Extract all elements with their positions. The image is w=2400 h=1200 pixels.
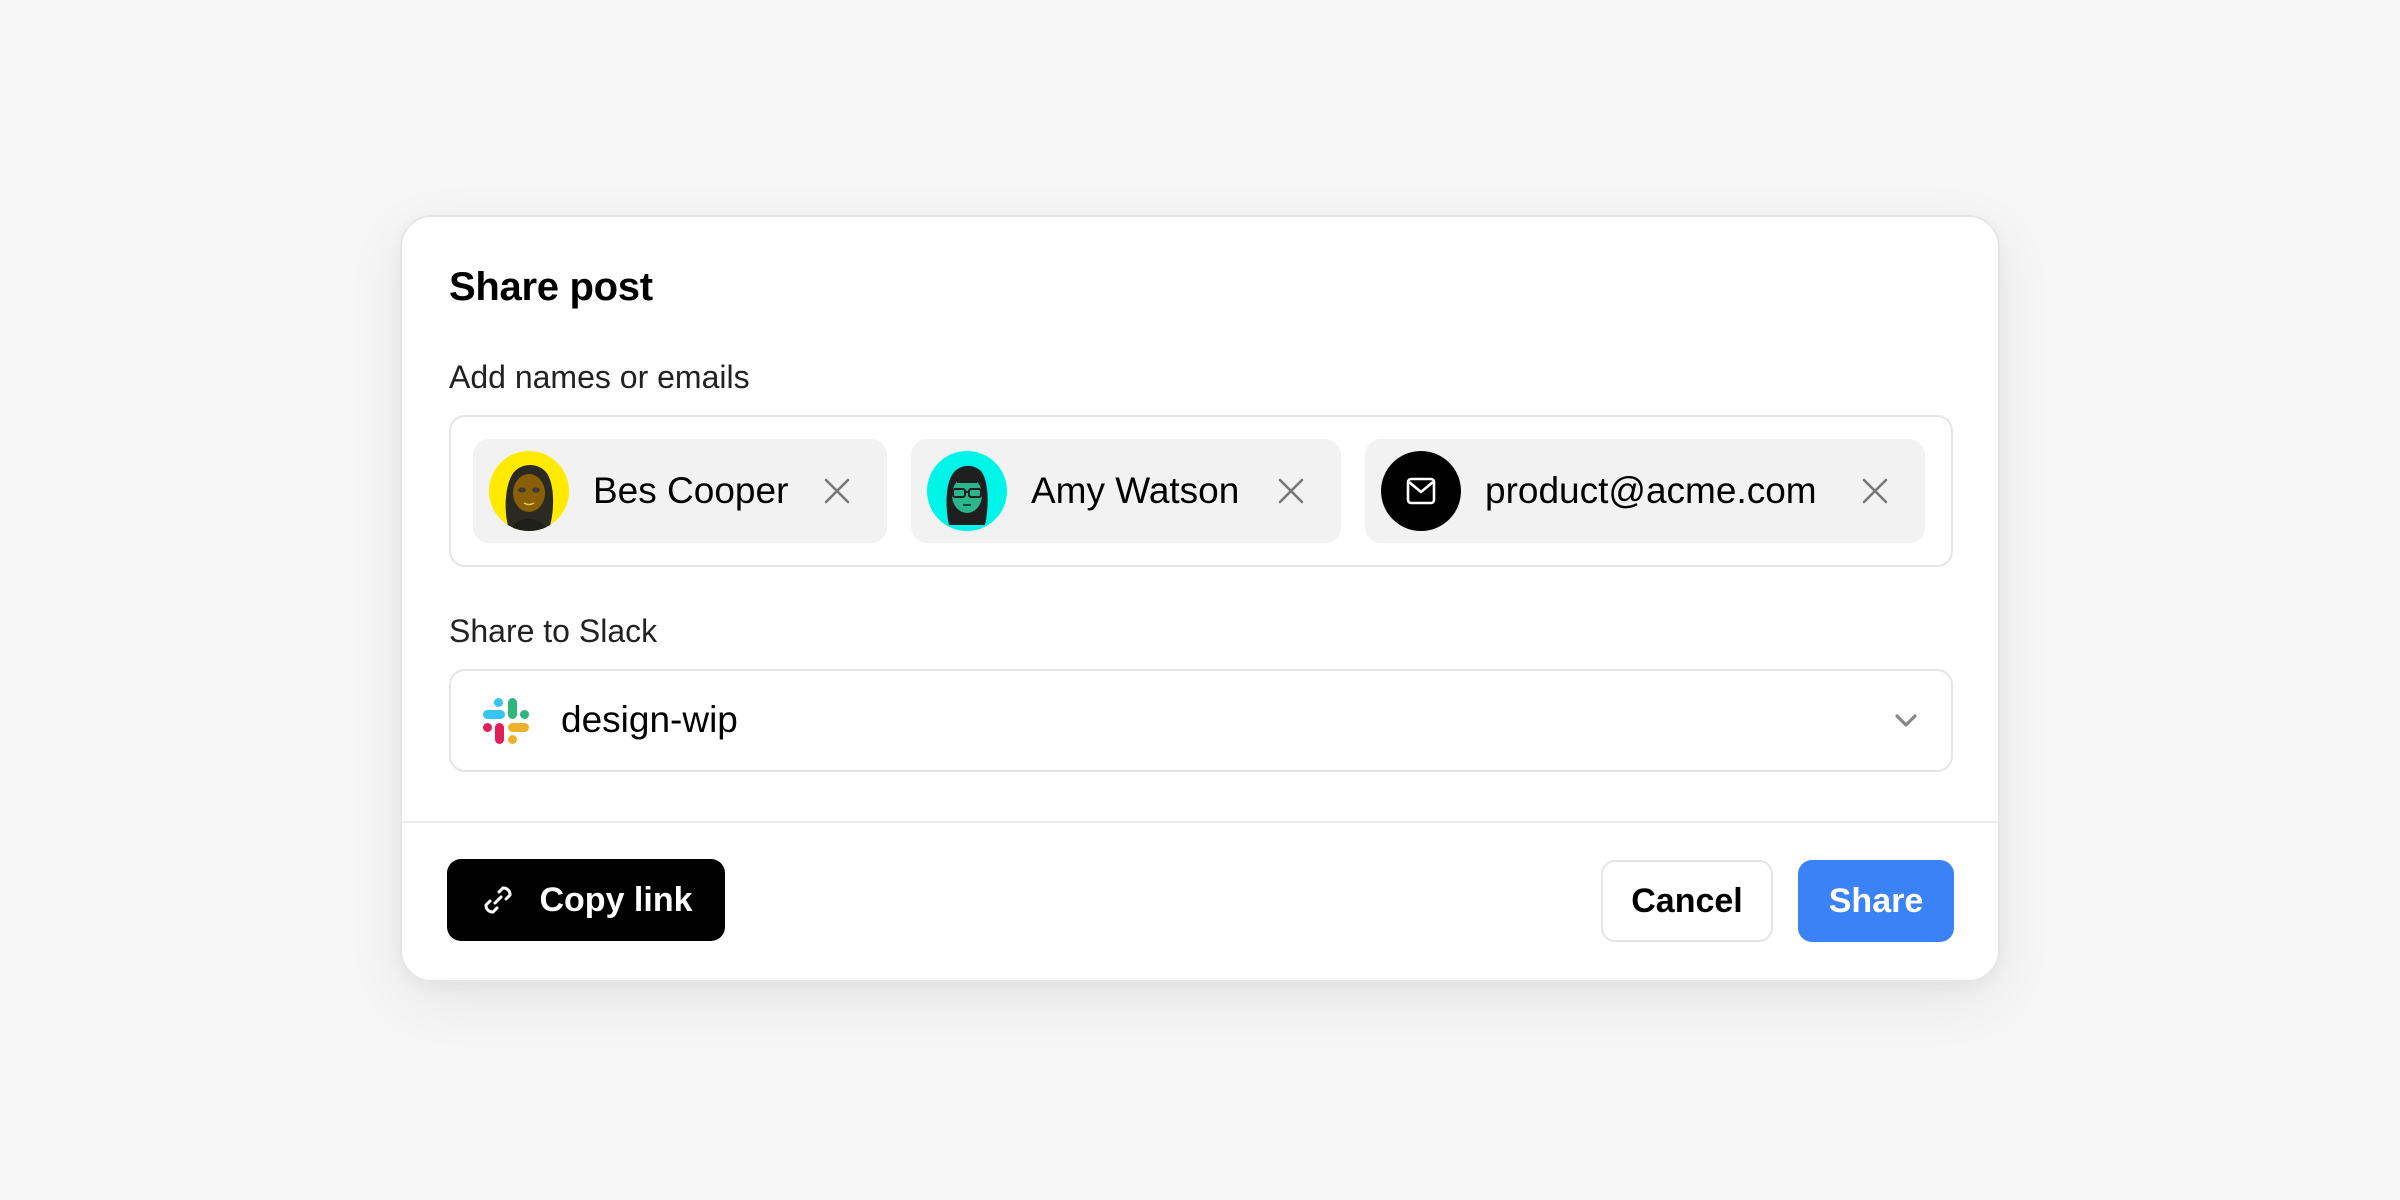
slack-channel-select[interactable]: design-wip bbox=[449, 669, 1953, 772]
avatar bbox=[927, 451, 1007, 531]
recipient-chip: Bes Cooper bbox=[473, 439, 887, 543]
close-icon[interactable] bbox=[1861, 477, 1889, 505]
dialog-title: Share post bbox=[449, 265, 653, 309]
cancel-button[interactable]: Cancel bbox=[1601, 860, 1773, 942]
copy-link-label: Copy link bbox=[539, 880, 693, 919]
link-icon bbox=[484, 886, 512, 914]
recipient-name: Amy Watson bbox=[1031, 470, 1240, 511]
recipient-name: product@acme.com bbox=[1485, 470, 1817, 511]
close-icon[interactable] bbox=[1277, 477, 1305, 505]
recipient-name: Bes Cooper bbox=[593, 470, 789, 511]
slack-field-label: Share to Slack bbox=[449, 613, 658, 649]
footer-divider bbox=[402, 821, 1998, 823]
recipient-chip: Amy Watson bbox=[911, 439, 1341, 543]
recipient-chip: product@acme.com bbox=[1365, 439, 1925, 543]
share-button[interactable]: Share bbox=[1798, 860, 1954, 942]
avatar bbox=[1381, 451, 1461, 531]
mail-icon bbox=[1406, 477, 1436, 505]
names-field-label: Add names or emails bbox=[449, 359, 750, 395]
slack-logo-icon bbox=[483, 698, 529, 744]
slack-channel-value: design-wip bbox=[561, 699, 738, 740]
copy-link-button[interactable]: Copy link bbox=[447, 859, 725, 941]
share-post-dialog: Share post Add names or emails Bes Coope… bbox=[400, 215, 2000, 982]
avatar bbox=[489, 451, 569, 531]
chevron-down-icon bbox=[1895, 714, 1917, 727]
close-icon[interactable] bbox=[823, 477, 851, 505]
recipients-input[interactable]: Bes Cooper Amy Watson product@acme.com bbox=[449, 415, 1953, 567]
